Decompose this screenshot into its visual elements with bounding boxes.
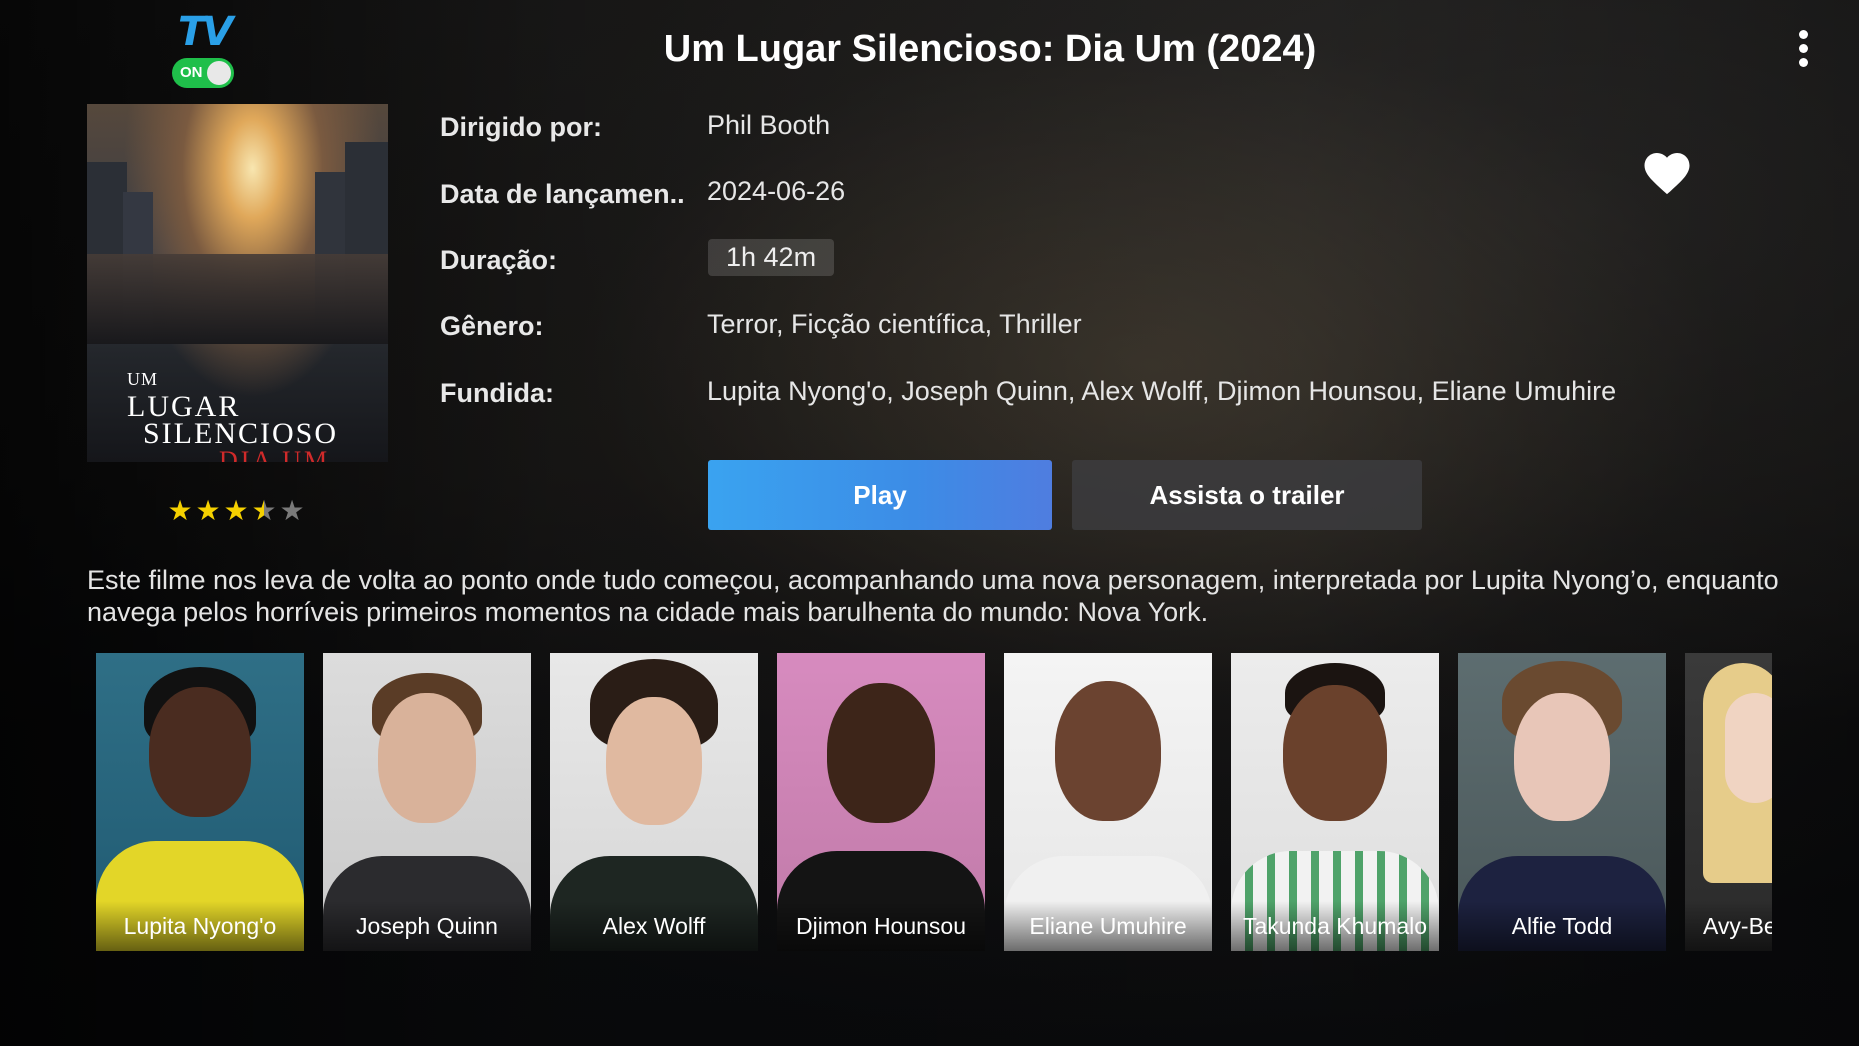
cast-card[interactable]: Alex Wolff (550, 653, 758, 951)
release-value: 2024-06-26 (707, 176, 846, 206)
cast-name: Lupita Nyong'o (96, 901, 304, 951)
star-full-icon: ★ (195, 495, 221, 526)
play-button[interactable]: Play (708, 460, 1052, 530)
watch-trailer-button[interactable]: Assista o trailer (1072, 460, 1422, 530)
cast-card[interactable]: Lupita Nyong'o (96, 653, 304, 951)
poster-title: UM LUGAR SILENCIOSO DIA UM (127, 369, 339, 462)
cast-label: Fundida: (440, 378, 554, 408)
genre-value: Terror, Ficção científica, Thriller (707, 309, 1082, 339)
cast-card[interactable]: Eliane Umuhire (1004, 653, 1212, 951)
cast-name: Avy-Be (1685, 901, 1772, 951)
cast-card[interactable]: Joseph Quinn (323, 653, 531, 951)
director-value: Phil Booth (707, 110, 831, 140)
star-full-icon: ★ (223, 495, 249, 526)
director-label: Dirigido por: (440, 112, 602, 142)
cast-carousel[interactable]: Lupita Nyong'o Joseph Quinn Alex Wolff D… (96, 653, 1772, 953)
duration-label: Duração: (440, 245, 558, 275)
genre-label: Gênero: (440, 311, 544, 341)
movie-poster: UM LUGAR SILENCIOSO DIA UM (87, 104, 388, 462)
cast-name: Alfie Todd (1458, 901, 1666, 951)
duration-value: 1h 42m (708, 239, 835, 276)
cast-card[interactable]: Avy-Be (1685, 653, 1772, 951)
release-label: Data de lançamen.. (440, 179, 685, 209)
cast-name: Alex Wolff (550, 901, 758, 951)
more-options-icon[interactable] (1790, 30, 1816, 76)
star-rating: ★ ★ ★ ★ ★ (166, 494, 306, 527)
star-half-icon: ★ (251, 495, 277, 526)
cast-value: Lupita Nyong'o, Joseph Quinn, Alex Wolff… (707, 376, 1617, 406)
star-full-icon: ★ (167, 495, 193, 526)
favorite-heart-icon[interactable] (1640, 146, 1694, 196)
cast-card[interactable]: Takunda Khumalo (1231, 653, 1439, 951)
synopsis-text: Este filme nos leva de volta ao ponto on… (87, 565, 1779, 627)
cast-name: Takunda Khumalo (1231, 901, 1439, 951)
cast-card[interactable]: Djimon Hounsou (777, 653, 985, 951)
cast-name: Joseph Quinn (323, 901, 531, 951)
star-empty-icon: ★ (279, 495, 305, 526)
cast-name: Eliane Umuhire (1004, 901, 1212, 951)
cast-card[interactable]: Alfie Todd (1458, 653, 1666, 951)
cast-name: Djimon Hounsou (777, 901, 985, 951)
page-title: Um Lugar Silencioso: Dia Um (2024) (663, 28, 1317, 70)
